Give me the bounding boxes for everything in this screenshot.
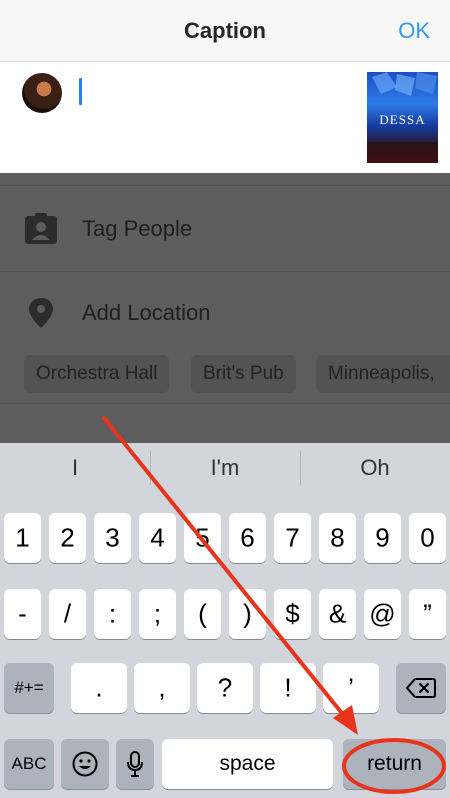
key-slash[interactable]: / — [49, 589, 86, 639]
key-at[interactable]: @ — [364, 589, 401, 639]
key-9[interactable]: 9 — [364, 513, 401, 563]
suggestion-item[interactable]: I'm — [150, 443, 300, 493]
ok-button[interactable]: OK — [398, 18, 430, 44]
post-thumbnail: DESSA — [367, 72, 438, 163]
key-ampersand[interactable]: & — [319, 589, 356, 639]
suggestion-item[interactable]: I — [0, 443, 150, 493]
key-dollar[interactable]: $ — [274, 589, 311, 639]
emoji-key[interactable] — [61, 739, 109, 789]
location-chip[interactable]: Orchestra Hall — [24, 355, 170, 393]
suggestion-bar: I I'm Oh — [0, 443, 450, 493]
return-key[interactable]: return — [343, 739, 446, 789]
key-6[interactable]: 6 — [229, 513, 266, 563]
key-hyphen[interactable]: - — [4, 589, 41, 639]
location-chip[interactable]: Brit's Pub — [191, 355, 296, 393]
divider — [0, 403, 450, 404]
key-colon[interactable]: : — [94, 589, 131, 639]
thumbnail-text: DESSA — [379, 112, 426, 127]
key-quote[interactable]: ” — [409, 589, 446, 639]
caption-input[interactable] — [79, 78, 82, 105]
key-5[interactable]: 5 — [184, 513, 221, 563]
key-close-paren[interactable]: ) — [229, 589, 266, 639]
tag-people-label: Tag People — [82, 216, 193, 241]
key-open-paren[interactable]: ( — [184, 589, 221, 639]
key-2[interactable]: 2 — [49, 513, 86, 563]
nav-bar: Caption OK — [0, 0, 450, 62]
microphone-icon — [127, 751, 143, 777]
dictation-key[interactable] — [116, 739, 154, 789]
key-0[interactable]: 0 — [409, 513, 446, 563]
key-period[interactable]: . — [71, 663, 127, 713]
key-3[interactable]: 3 — [94, 513, 131, 563]
key-apostrophe[interactable]: ’ — [323, 663, 379, 713]
tag-person-icon — [25, 213, 57, 244]
suggestion-item[interactable]: Oh — [300, 443, 450, 493]
key-8[interactable]: 8 — [319, 513, 356, 563]
page-title: Caption — [184, 18, 266, 43]
key-4[interactable]: 4 — [139, 513, 176, 563]
key-semicolon[interactable]: ; — [139, 589, 176, 639]
more-symbols-key[interactable]: #+= — [4, 663, 54, 713]
key-7[interactable]: 7 — [274, 513, 311, 563]
caption-compose: DESSA — [0, 62, 450, 173]
emoji-icon — [72, 751, 98, 777]
options-overlay: Tag People Add Location Orchestra Hall B… — [0, 173, 450, 443]
location-chip[interactable]: Minneapolis, — [316, 355, 450, 393]
key-1[interactable]: 1 — [4, 513, 41, 563]
abc-key[interactable]: ABC — [4, 739, 54, 789]
space-key[interactable]: space — [162, 739, 333, 789]
tag-people-row[interactable]: Tag People — [0, 185, 450, 271]
keyboard: I I'm Oh 1 2 3 4 5 6 7 8 9 0 - / : ; ( )… — [0, 443, 450, 798]
key-exclamation[interactable]: ! — [260, 663, 316, 713]
location-pin-icon — [29, 298, 53, 328]
add-location-label: Add Location — [82, 300, 211, 325]
key-comma[interactable]: , — [134, 663, 190, 713]
avatar — [22, 73, 62, 113]
key-question[interactable]: ? — [197, 663, 253, 713]
add-location-row[interactable]: Add Location — [0, 271, 450, 357]
backspace-key[interactable] — [396, 663, 446, 713]
backspace-icon — [406, 678, 436, 698]
